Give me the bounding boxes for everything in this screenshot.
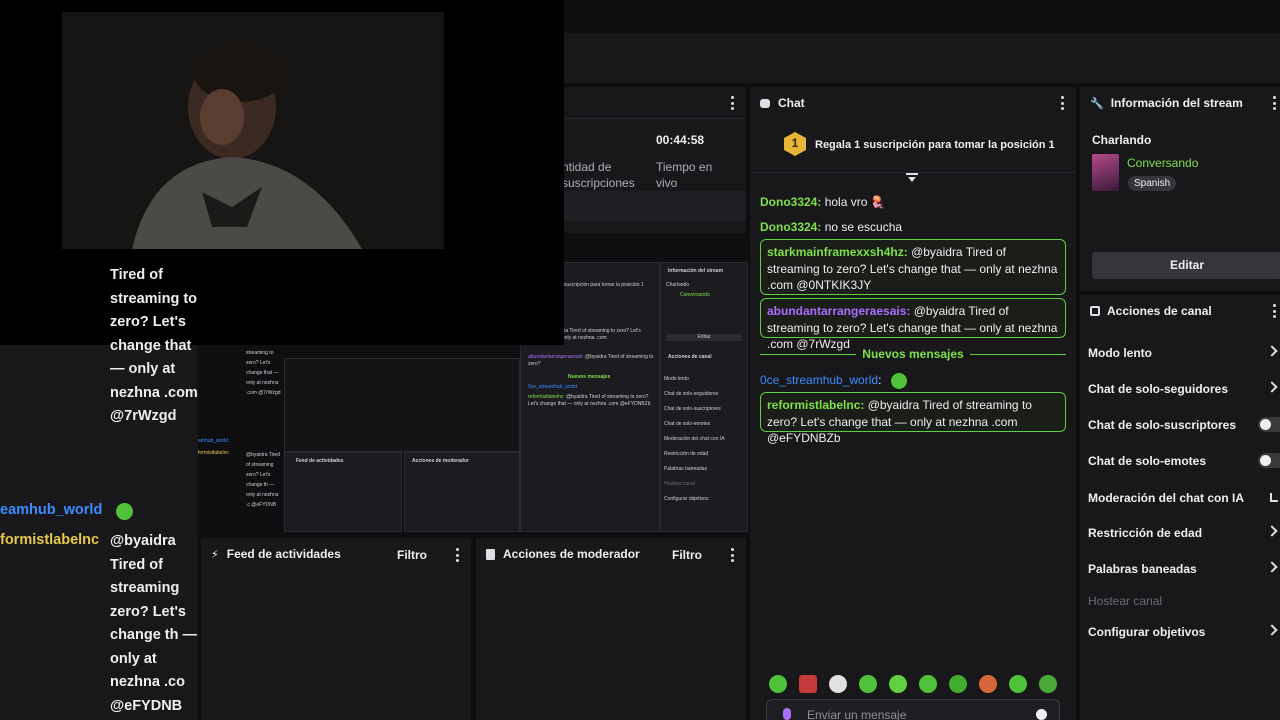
- emote-icon[interactable]: [799, 675, 817, 693]
- action-followers-only[interactable]: Chat de solo-seguidores: [1080, 371, 1280, 407]
- overlay-emote-1: [116, 503, 133, 520]
- activity-feed-title: Feed de actividades: [226, 547, 341, 561]
- emote-icon[interactable]: [769, 675, 787, 693]
- chat-title: Chat: [778, 96, 805, 110]
- overlay-chat-fragment-2: @byaidra Tired of streaming zero? Let's …: [110, 533, 198, 714]
- channel-actions-panel: Acciones de canal Modo lento Chat de sol…: [1080, 295, 1280, 720]
- bolt-icon: ⚡: [211, 548, 219, 561]
- action-goals[interactable]: Configurar objetivos: [1080, 614, 1280, 650]
- external-link-icon: [1270, 493, 1278, 502]
- chat-message: Dono3324: hola vro 🪼: [760, 195, 886, 209]
- chevron-right-icon: [1266, 381, 1278, 393]
- chat-input[interactable]: Enviar un mensaje: [766, 699, 1060, 720]
- action-banned-words[interactable]: Palabras baneadas: [1080, 551, 1280, 587]
- chevron-right-icon: [1266, 561, 1278, 573]
- overlay-user-1: eamhub_world: [0, 502, 103, 518]
- stats-menu-icon[interactable]: [730, 96, 734, 110]
- overlay-chat-fragment-1: Tired of streaming to zero? Let's change…: [110, 267, 198, 424]
- mod-filter-button[interactable]: Filtro: [672, 548, 702, 562]
- chevron-right-icon: [1266, 624, 1278, 636]
- category-thumbnail: [1092, 154, 1119, 191]
- subs-count-label: ntidad de suscripciones: [562, 160, 635, 190]
- activity-feed-panel: ⚡ Feed de actividades Filtro: [201, 538, 471, 720]
- chat-menu-icon[interactable]: [1060, 96, 1064, 110]
- chevron-right-icon: [1266, 345, 1278, 357]
- emote-icon[interactable]: [829, 675, 847, 693]
- highlighted-message: reformistlabelnc: @byaidra Tired of stre…: [760, 392, 1066, 445]
- action-age-restriction[interactable]: Restricción de edad: [1080, 515, 1280, 551]
- mod-actions-panel: Acciones de moderador Filtro: [476, 538, 746, 720]
- collapse-filter-icon[interactable]: [906, 173, 918, 183]
- edit-button[interactable]: Editar: [1092, 252, 1280, 279]
- rank-number: 1: [791, 136, 799, 150]
- stream-info-title: Información del stream: [1110, 96, 1243, 110]
- channel-actions-menu-icon[interactable]: [1272, 304, 1276, 318]
- sub-header-bar: [560, 33, 1280, 83]
- highlighted-message: starkmainframexxsh4hz: @byaidra Tired of…: [760, 239, 1066, 295]
- activity-menu-icon[interactable]: [455, 548, 459, 562]
- gift-banner-text: Regala 1 suscripción para tomar la posic…: [815, 139, 1055, 151]
- action-slow-mode[interactable]: Modo lento: [1080, 335, 1280, 371]
- chat-message: 0ce_streamhub_world:: [760, 372, 1066, 389]
- emote-icon[interactable]: [1039, 675, 1057, 693]
- chat-input-placeholder: Enviar un mensaje: [807, 708, 907, 720]
- wrench-icon: 🔧: [1090, 97, 1104, 110]
- mod-menu-icon[interactable]: [730, 548, 734, 562]
- emote-icon[interactable]: [949, 675, 967, 693]
- emote-icon[interactable]: [979, 675, 997, 693]
- timer-value: 00:44:58: [656, 133, 705, 147]
- emoji-icon[interactable]: [1036, 709, 1047, 720]
- subs-only-toggle[interactable]: [1258, 417, 1280, 432]
- stream-title: Charlando: [1092, 133, 1152, 147]
- emote-icon[interactable]: [859, 675, 877, 693]
- mic-icon[interactable]: [783, 708, 791, 720]
- chevron-right-icon: [1266, 525, 1278, 537]
- new-messages-divider: Nuevos mensajes: [760, 345, 1066, 363]
- emote-icon: [891, 372, 908, 389]
- channel-actions-title: Acciones de canal: [1107, 304, 1212, 318]
- stream-info-panel: 🔧 Información del stream Charlando Conve…: [1080, 87, 1280, 291]
- language-tag[interactable]: Spanish: [1128, 176, 1177, 191]
- overlay-user-2: formistlabelnc: [0, 532, 100, 548]
- action-emotes-only[interactable]: Chat de solo-emotes: [1080, 443, 1280, 479]
- chat-message: Dono3324: no se escucha: [760, 220, 903, 234]
- action-ai-moderation[interactable]: Moderación del chat con IA: [1080, 480, 1280, 516]
- category-link[interactable]: Conversando: [1127, 156, 1198, 170]
- webcam-feed: [62, 12, 444, 249]
- emotes-only-toggle[interactable]: [1258, 453, 1280, 468]
- webcam-overlay: [0, 0, 564, 345]
- document-icon: [486, 548, 495, 560]
- gift-banner[interactable]: 1 Regala 1 suscripción para tomar la pos…: [750, 125, 1076, 173]
- action-subs-only[interactable]: Chat de solo-suscriptores: [1080, 407, 1280, 443]
- emote-icon[interactable]: [1009, 675, 1027, 693]
- nested-chat-text: suscripción para tomar la posición 1: [564, 282, 644, 288]
- highlighted-message: abundantarrangeraesais: @byaidra Tired o…: [760, 298, 1066, 351]
- chat-panel: Chat 1 Regala 1 suscripción para tomar l…: [750, 87, 1076, 720]
- mod-actions-title: Acciones de moderador: [503, 547, 640, 561]
- activity-filter-button[interactable]: Filtro: [397, 548, 427, 562]
- stream-info-menu-icon[interactable]: [1272, 96, 1276, 110]
- shield-icon: [1090, 306, 1100, 316]
- timer-label: Tiempo en vivo: [656, 160, 713, 190]
- emote-icon[interactable]: [889, 675, 907, 693]
- chat-bubble-icon: [760, 98, 770, 108]
- emote-icon[interactable]: [919, 675, 937, 693]
